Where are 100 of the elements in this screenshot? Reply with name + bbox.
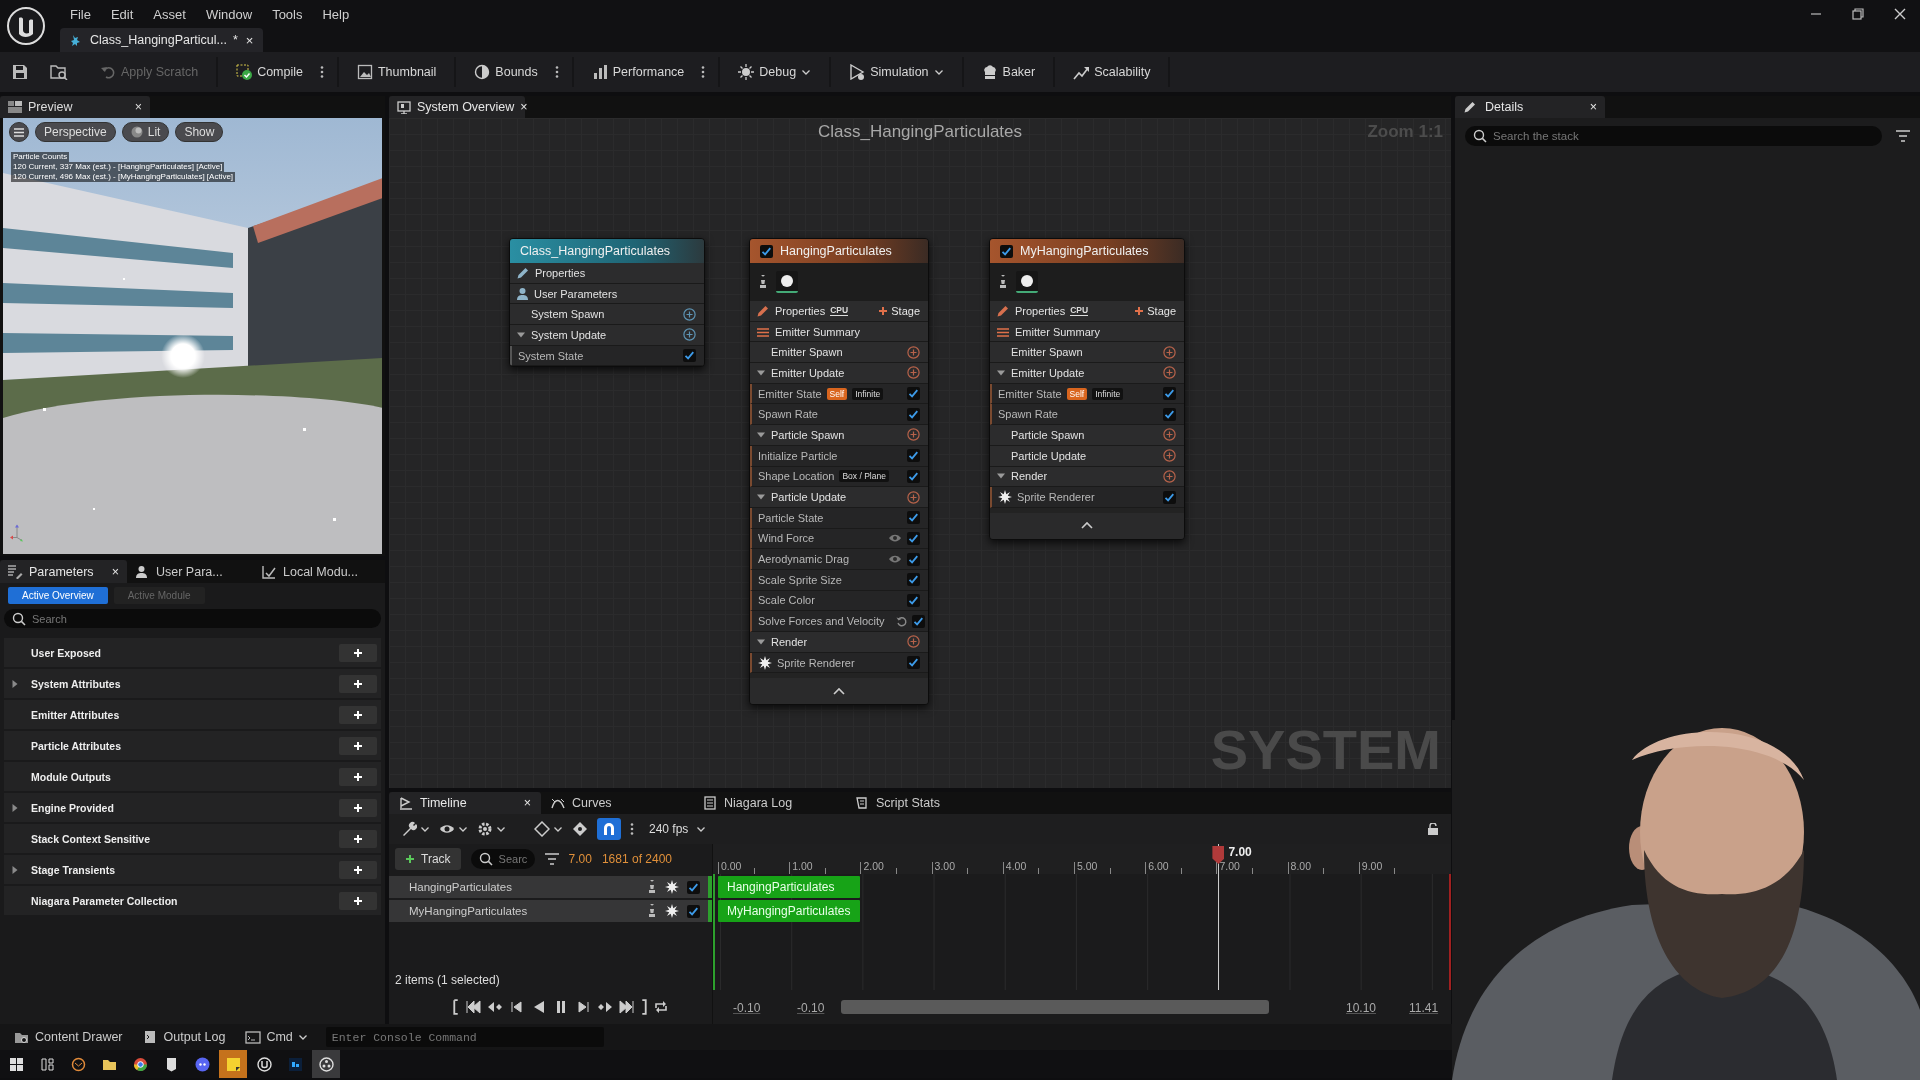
checkbox[interactable] [687, 904, 700, 918]
checkbox[interactable] [907, 407, 920, 421]
menu-item[interactable]: Window [195, 3, 263, 25]
gear-menu-button[interactable] [477, 821, 506, 837]
module-row[interactable]: Emitter State Self Infinite [750, 383, 928, 405]
range-value[interactable]: -0.10 [733, 1001, 761, 1015]
graph-node[interactable]: MyHangingParticulates Properties CPU Stage Emitter Summary Emitter Spawn Emitter Update Emitter State Self Infinite Spawn Rate Particle Spawn Particle Update Render Sprite Renderer [989, 238, 1185, 540]
module-row[interactable]: Emitter State Self Infinite [990, 383, 1184, 405]
checkbox[interactable] [907, 449, 920, 463]
category-row[interactable]: Emitter Attributes [4, 700, 381, 729]
module-row[interactable]: Aerodynamic Drag [750, 549, 928, 570]
range-value[interactable]: -0.10 [797, 1001, 825, 1015]
module-row[interactable]: Sprite Renderer [750, 652, 928, 674]
start-icon[interactable] [8, 1056, 24, 1072]
more-options-button[interactable] [630, 822, 634, 836]
checkbox[interactable] [907, 552, 920, 566]
add-stage-button[interactable]: Stage [1134, 304, 1176, 317]
wrench-menu-button[interactable] [401, 821, 430, 837]
module-row[interactable]: Wind Force [750, 528, 928, 550]
panel-tab[interactable]: Details × [1455, 96, 1605, 118]
add-button[interactable] [339, 736, 377, 755]
scrollbar[interactable] [841, 1000, 1269, 1014]
checkbox[interactable] [1163, 490, 1176, 504]
restore-icon[interactable] [1852, 8, 1864, 20]
module-row[interactable]: Sprite Renderer [990, 487, 1184, 508]
close-icon[interactable] [1894, 8, 1906, 20]
range-start-button[interactable] [452, 999, 459, 1015]
jump-back-button[interactable] [464, 999, 481, 1015]
close-button[interactable]: × [245, 32, 254, 48]
checkbox[interactable] [907, 469, 920, 483]
category-row[interactable]: Niagara Parameter Collection [4, 886, 381, 915]
panel-tab[interactable]: User Para... [127, 560, 254, 583]
add-button[interactable] [339, 860, 377, 879]
status-bar-button[interactable]: Cmd [237, 1026, 316, 1048]
checkbox[interactable] [907, 573, 920, 587]
checkbox[interactable] [1000, 244, 1013, 258]
checkbox[interactable] [907, 656, 920, 670]
module-row[interactable]: Shape Location Box / Plane [750, 466, 928, 488]
add-module-button[interactable] [907, 345, 920, 359]
add-module-button[interactable] [683, 307, 696, 321]
mode-tab[interactable]: Active Overview [8, 587, 108, 604]
range-value[interactable]: 11.41 [1409, 1001, 1439, 1015]
diamond-menu-button[interactable] [534, 821, 563, 837]
next-key-button[interactable] [596, 999, 613, 1015]
stack-row[interactable]: Emitter Summary [990, 321, 1184, 343]
panel-tab[interactable]: Preview × [0, 96, 150, 118]
add-module-button[interactable] [1163, 469, 1176, 483]
close-button[interactable]: × [1589, 100, 1597, 114]
group-row[interactable]: Particle Update [750, 487, 928, 508]
search-field[interactable]: Search [4, 609, 381, 628]
module-row[interactable]: Scale Sprite Size [750, 569, 928, 591]
add-button[interactable] [339, 767, 377, 786]
add-button[interactable] [339, 798, 377, 817]
panel-tab[interactable]: Local Modu... [254, 560, 381, 583]
panel-tab[interactable]: System Overview × [389, 96, 525, 118]
lock-button[interactable] [1427, 823, 1439, 835]
checkbox[interactable] [907, 531, 920, 545]
graph-node[interactable] [749, 238, 929, 706]
add-button[interactable] [339, 643, 377, 662]
add-module-button[interactable] [1163, 345, 1176, 359]
document-tab[interactable]: Class_HangingParticul... * × [60, 28, 264, 52]
module-row[interactable]: Particle State [750, 507, 928, 529]
checkbox[interactable] [1163, 407, 1176, 421]
stack-row[interactable]: Properties [510, 263, 704, 284]
menu-item[interactable]: Tools [262, 3, 313, 25]
panel-tab[interactable]: Parameters × [0, 560, 127, 583]
category-row[interactable]: Module Outputs [4, 762, 381, 791]
browse-icon[interactable] [50, 64, 68, 80]
toolbar-button[interactable]: Performance [583, 57, 693, 87]
checkbox[interactable] [1163, 387, 1176, 401]
group-row[interactable]: Render [750, 632, 928, 653]
console-field[interactable]: Enter Console Command [325, 1027, 604, 1047]
stack-row[interactable]: Emitter Summary [750, 321, 928, 343]
snap-button[interactable] [597, 818, 621, 840]
category-row[interactable]: Engine Provided [4, 793, 381, 822]
browser-icon[interactable] [132, 1056, 148, 1072]
menu-item[interactable]: Edit [100, 3, 144, 25]
add-button[interactable] [339, 705, 377, 724]
engine-icon[interactable] [256, 1056, 272, 1072]
add-module-button[interactable] [683, 328, 696, 342]
group-row[interactable]: Emitter Update [990, 363, 1184, 384]
add-module-button[interactable] [1163, 366, 1176, 380]
add-button[interactable] [339, 829, 377, 848]
key-button[interactable] [572, 821, 588, 837]
stack-row[interactable]: Properties CPU Stage [990, 301, 1184, 322]
checkbox[interactable] [907, 387, 920, 401]
module-row[interactable]: Solve Forces and Velocity [750, 611, 928, 632]
toolbar-button[interactable]: Simulation [841, 57, 952, 87]
status-bar-button[interactable]: Content Drawer [6, 1026, 131, 1048]
checkbox[interactable] [760, 244, 773, 258]
filter-icon[interactable] [544, 853, 559, 865]
chat-icon[interactable] [194, 1056, 210, 1072]
close-button[interactable]: × [111, 564, 119, 579]
add-button[interactable] [339, 891, 377, 910]
close-button[interactable]: × [520, 100, 528, 114]
close-button[interactable]: × [523, 796, 531, 810]
task-view-icon[interactable] [39, 1056, 55, 1072]
panel-tab[interactable]: Timeline × [389, 792, 541, 814]
group-row[interactable]: System Spawn [510, 304, 704, 326]
status-bar-button[interactable]: Output Log [134, 1026, 234, 1048]
